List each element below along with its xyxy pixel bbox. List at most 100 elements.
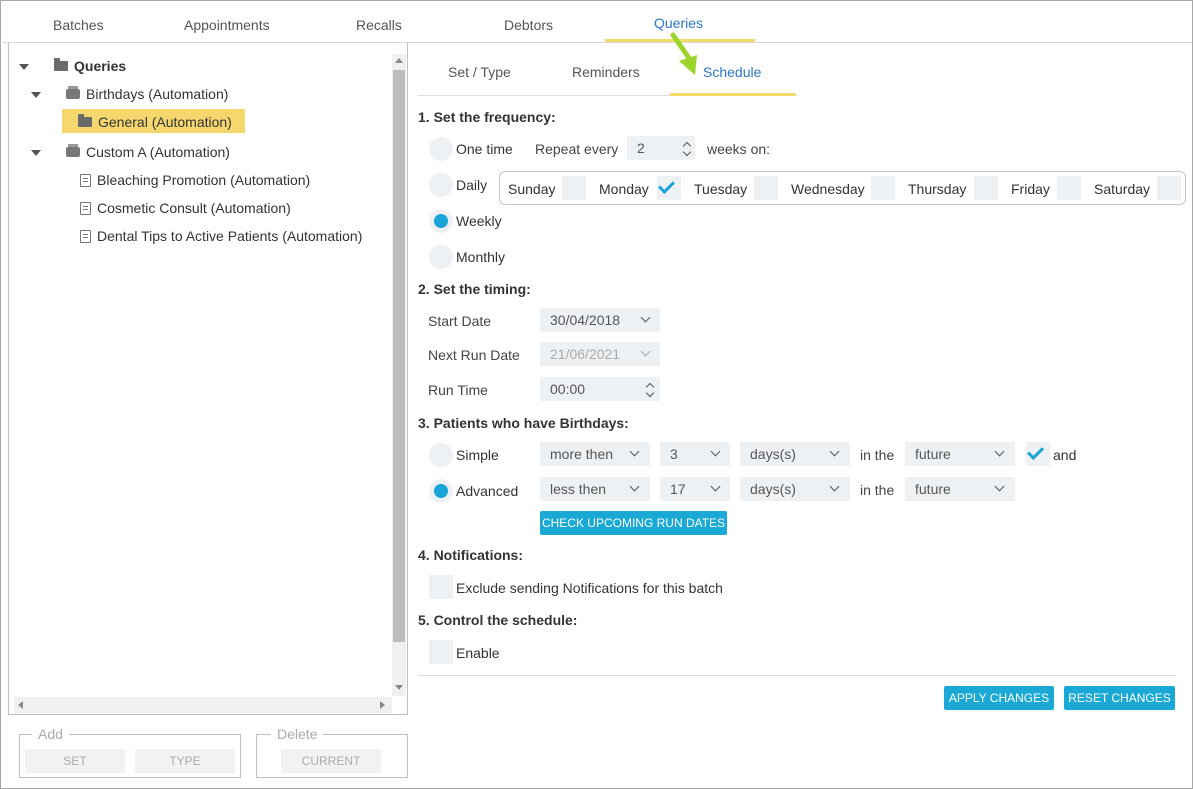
run-time-value: 00:00	[550, 381, 586, 397]
radio-advanced[interactable]	[429, 479, 453, 503]
checkbox-enable[interactable]	[429, 640, 453, 664]
next-run-date-label: Next Run Date	[428, 347, 520, 363]
start-date-picker[interactable]: 30/04/2018	[540, 308, 660, 332]
document-icon	[80, 173, 91, 187]
tree-node-birthdays[interactable]: Birthdays (Automation)	[66, 86, 228, 102]
chevron-down-icon	[994, 481, 1005, 492]
repeat-every-label: Repeat every	[535, 141, 619, 157]
radio-label-one-time: One time	[456, 141, 513, 157]
tab-schedule[interactable]: Schedule	[703, 64, 761, 80]
radio-simple[interactable]	[429, 443, 453, 467]
tree-node-queries[interactable]: Queries	[54, 58, 126, 74]
repeat-every-stepper[interactable]: 2	[627, 136, 695, 160]
tree-node-cosmetic[interactable]: Cosmetic Consult (Automation)	[80, 200, 291, 216]
checkbox-tuesday[interactable]	[754, 176, 778, 200]
tab-appointments[interactable]: Appointments	[184, 17, 270, 33]
delete-legend: Delete	[271, 726, 324, 742]
checkbox-wednesday[interactable]	[871, 176, 895, 200]
advanced-amount-select[interactable]: 17	[660, 477, 730, 501]
chevron-down-icon	[829, 446, 840, 457]
apply-changes-button[interactable]: APPLY CHANGES	[944, 686, 1054, 710]
scroll-right-icon[interactable]	[380, 701, 385, 709]
advanced-direction-select[interactable]: future	[905, 477, 1015, 501]
exclude-notifications-label: Exclude sending Notifications for this b…	[456, 580, 723, 596]
and-label: and	[1053, 447, 1077, 463]
radio-one-time[interactable]	[429, 137, 453, 161]
select-value: future	[915, 446, 951, 462]
active-subtab-indicator	[670, 93, 796, 96]
tree-node-bleaching[interactable]: Bleaching Promotion (Automation)	[80, 172, 310, 188]
tab-batches[interactable]: Batches	[53, 17, 104, 33]
check-upcoming-run-dates-button[interactable]: CHECK UPCOMING RUN DATES	[540, 511, 727, 535]
radio-weekly[interactable]	[429, 209, 453, 233]
tree-node-label: Custom A (Automation)	[86, 144, 230, 160]
day-label-wednesday: Wednesday	[791, 181, 865, 197]
top-tab-bar: Batches Appointments Recalls Debtors Que…	[2, 1, 1192, 43]
tab-reminders[interactable]: Reminders	[572, 64, 640, 80]
checkbox-saturday[interactable]	[1157, 176, 1181, 200]
tree-node-label: Dental Tips to Active Patients (Automati…	[97, 228, 363, 244]
checkbox-thursday[interactable]	[974, 176, 998, 200]
expand-caret-icon[interactable]	[31, 92, 41, 98]
checkbox-and[interactable]	[1026, 442, 1050, 466]
repeat-every-value: 2	[637, 140, 645, 156]
chevron-down-icon	[829, 481, 840, 492]
delete-current-button[interactable]: CURRENT	[281, 749, 381, 773]
simple-direction-select[interactable]: future	[905, 442, 1015, 466]
checkbox-friday[interactable]	[1057, 176, 1081, 200]
start-date-value: 30/04/2018	[550, 312, 621, 328]
scroll-up-icon[interactable]	[395, 58, 403, 63]
app-window: Batches Appointments Recalls Debtors Que…	[0, 0, 1193, 789]
select-value: 17	[670, 481, 686, 497]
frequency-heading: 1. Set the frequency:	[418, 109, 556, 125]
advanced-unit-select[interactable]: days(s)	[740, 477, 850, 501]
tree-node-custom-a[interactable]: Custom A (Automation)	[66, 144, 230, 160]
notifications-heading: 4. Notifications:	[418, 547, 524, 563]
radio-label-monthly: Monthly	[456, 249, 506, 265]
radio-monthly[interactable]	[429, 245, 453, 269]
tab-queries[interactable]: Queries	[654, 15, 703, 31]
day-label-tuesday: Tuesday	[694, 181, 748, 197]
run-time-stepper[interactable]: 00:00	[540, 377, 660, 401]
tree-node-label: Birthdays (Automation)	[86, 86, 229, 102]
in-the-label: in the	[860, 482, 895, 498]
tree-horizontal-scrollbar[interactable]	[14, 697, 392, 713]
expand-caret-icon[interactable]	[31, 150, 41, 156]
next-run-date-value: 21/06/2021	[550, 346, 621, 362]
select-value: less then	[550, 481, 607, 497]
expand-caret-icon[interactable]	[19, 64, 29, 70]
simple-amount-select[interactable]: 3	[660, 442, 730, 466]
tab-recalls[interactable]: Recalls	[356, 17, 402, 33]
checkbox-monday[interactable]	[657, 176, 681, 200]
radio-daily[interactable]	[429, 173, 453, 197]
add-set-button[interactable]: SET	[25, 749, 125, 773]
tree-vertical-scrollbar[interactable]	[392, 54, 406, 696]
checkbox-exclude-notifications[interactable]	[429, 575, 453, 599]
checkbox-sunday[interactable]	[562, 176, 586, 200]
tree-node-general[interactable]: General (Automation)	[78, 114, 232, 130]
day-label-sunday: Sunday	[508, 181, 556, 197]
scroll-down-icon[interactable]	[395, 685, 403, 690]
select-value: future	[915, 481, 951, 497]
tab-debtors[interactable]: Debtors	[504, 17, 553, 33]
tree-node-label: Cosmetic Consult (Automation)	[97, 200, 291, 216]
timing-heading: 2. Set the timing:	[418, 281, 531, 297]
chevron-down-icon	[629, 481, 640, 492]
tab-set-type[interactable]: Set / Type	[448, 64, 511, 80]
enable-label: Enable	[456, 645, 500, 661]
tree-node-dental-tips[interactable]: Dental Tips to Active Patients (Automati…	[80, 228, 362, 244]
scroll-thumb[interactable]	[393, 70, 405, 642]
reset-changes-button[interactable]: RESET CHANGES	[1064, 686, 1175, 710]
add-type-button[interactable]: TYPE	[135, 749, 235, 773]
in-the-label: in the	[860, 447, 895, 463]
chevron-down-icon	[640, 312, 651, 323]
simple-comparator-select[interactable]: more then	[540, 442, 650, 466]
advanced-comparator-select[interactable]: less then	[540, 477, 650, 501]
stepper-down-icon[interactable]	[645, 388, 655, 398]
chevron-down-icon	[710, 481, 721, 492]
simple-unit-select[interactable]: days(s)	[740, 442, 850, 466]
scroll-left-icon[interactable]	[18, 701, 23, 709]
day-label-monday: Monday	[599, 181, 649, 197]
stepper-down-icon[interactable]	[682, 147, 692, 157]
document-icon	[80, 229, 91, 243]
